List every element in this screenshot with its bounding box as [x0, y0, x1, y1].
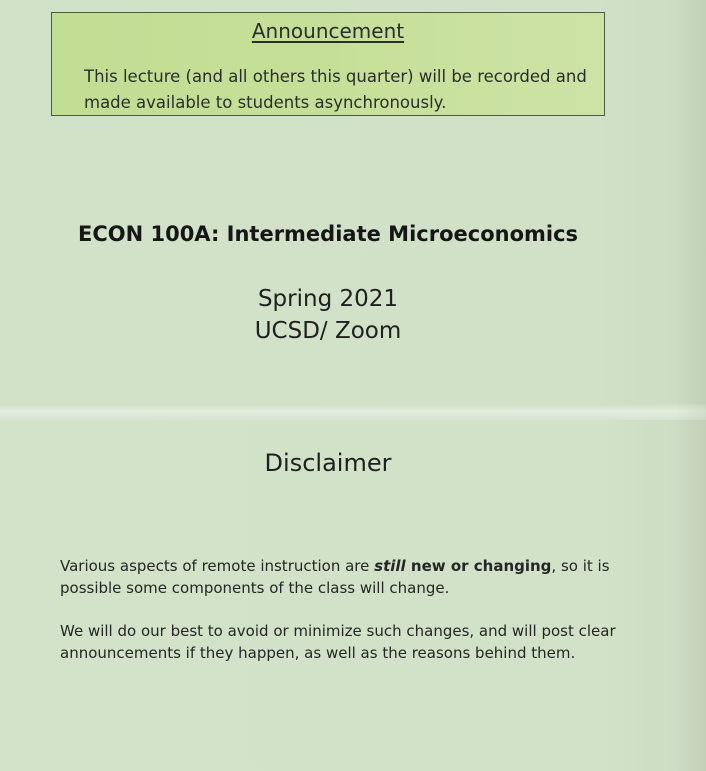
disclaimer-paragraph-2: We will do our best to avoid or minimize… [60, 622, 616, 662]
disclaimer-slide: Disclaimer Various aspects of remote ins… [0, 420, 706, 771]
course-title: ECON 100A: Intermediate Microeconomics [77, 222, 579, 246]
disclaimer-title: Disclaimer [264, 449, 392, 477]
disclaimer-p1-before: Various aspects of remote instruction ar… [60, 557, 375, 575]
disclaimer-p1-emphasis: still new or changing [374, 557, 551, 575]
course-term: Spring 2021 [257, 286, 399, 312]
disclaimer-p1-emphasis-italic: still [374, 557, 406, 575]
disclaimer-p1-emphasis-bold: new or changing [405, 557, 552, 575]
announcement-box: Announcement This lecture (and all other… [51, 12, 605, 116]
disclaimer-paragraph-1: Various aspects of remote instruction ar… [60, 555, 650, 599]
course-location: UCSD/ Zoom [254, 318, 402, 344]
title-slide: Announcement This lecture (and all other… [0, 0, 706, 404]
announcement-body: This lecture (and all others this quarte… [84, 67, 587, 112]
slide-divider [0, 404, 706, 420]
announcement-title: Announcement [251, 19, 405, 43]
